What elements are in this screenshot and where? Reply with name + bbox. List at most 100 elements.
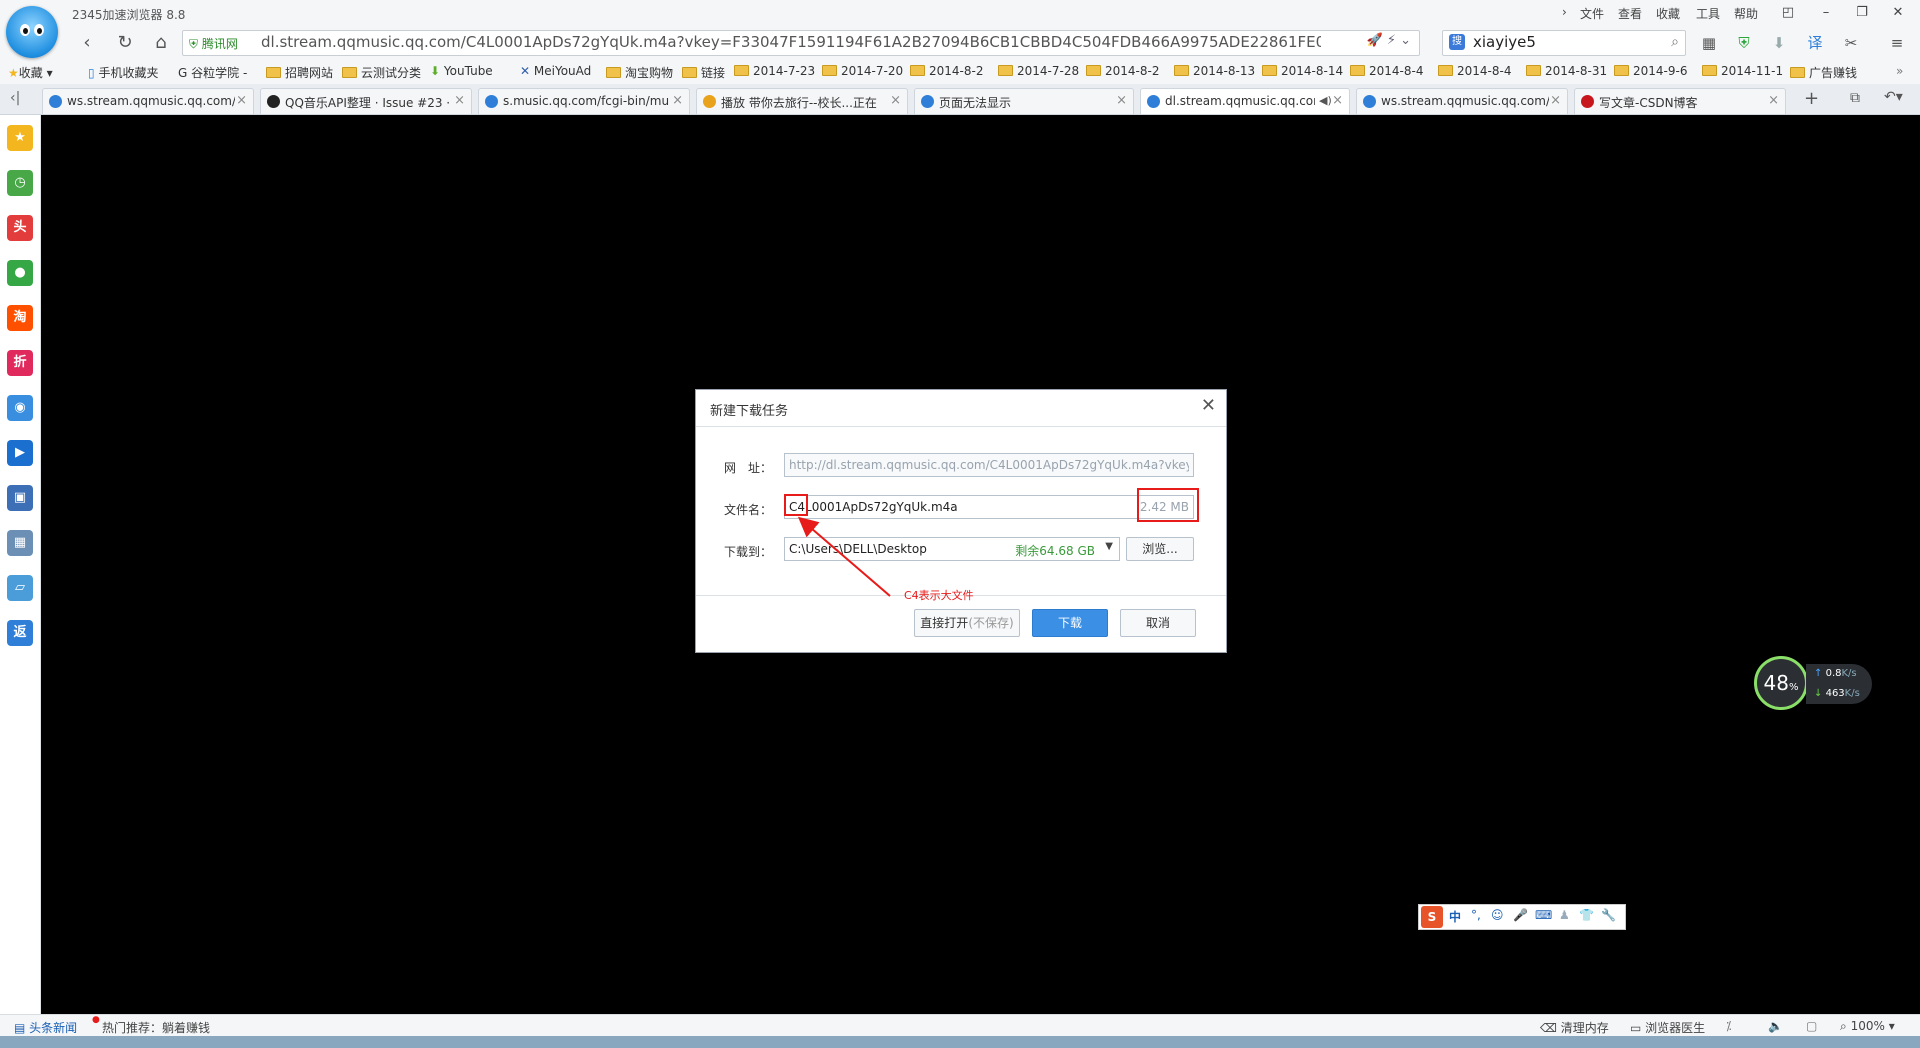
dialog-close-icon[interactable]: ✕ <box>1201 395 1216 416</box>
menu-arrow-icon[interactable]: › <box>1562 5 1567 19</box>
tab-close-icon[interactable]: × <box>672 93 683 108</box>
tab-scroll-left-icon[interactable]: ‹| <box>10 90 20 106</box>
tab-close-icon[interactable]: × <box>1768 93 1779 108</box>
tab-close-icon[interactable]: × <box>1550 93 1561 108</box>
download-button[interactable]: 下载 <box>1032 609 1108 637</box>
zoom-level[interactable]: ⌕ 100% ▾ <box>1840 1019 1895 1034</box>
history-icon[interactable]: ◷ <box>7 170 33 196</box>
dropdown-chevron-icon[interactable]: ⌄ <box>1400 33 1411 48</box>
news-link[interactable]: ▤ 头条新闻 <box>14 1019 77 1036</box>
bookmark-folder[interactable]: 招聘网站 <box>266 64 333 81</box>
browse-button[interactable]: 浏览... <box>1126 537 1194 561</box>
tab-close-icon[interactable]: × <box>454 93 465 108</box>
menu-file[interactable]: 文件 <box>1580 5 1604 22</box>
game-icon[interactable]: ◉ <box>7 395 33 421</box>
tab[interactable]: 写文章-CSDN博客 × <box>1574 88 1786 114</box>
ime-skin-icon[interactable]: 👕 <box>1579 908 1594 922</box>
ime-emoji-icon[interactable]: ☺ <box>1491 908 1504 922</box>
new-tab-button[interactable]: + <box>1804 88 1819 109</box>
tab[interactable]: s.music.qq.com/fcgi-bin/mu × <box>478 88 690 114</box>
tab-active[interactable]: dl.stream.qqmusic.qq.cor ◀) × <box>1140 88 1350 114</box>
favorites-icon[interactable]: ★ <box>7 125 33 151</box>
chat-icon[interactable]: ● <box>7 260 33 286</box>
tab-close-icon[interactable]: × <box>890 93 901 108</box>
clean-memory-button[interactable]: ⌫ 清理内存 <box>1540 1019 1609 1036</box>
bookmark-folder[interactable]: 淘宝购物 <box>606 64 673 81</box>
bookmark-folder[interactable]: 2014-8-31 <box>1526 64 1607 78</box>
bookmark-folder[interactable]: 2014-8-4 <box>1438 64 1511 78</box>
screenshot-icon[interactable]: ✂ <box>1840 33 1862 53</box>
address-bar[interactable]: ⛨ 腾讯网 dl.stream.qqmusic.qq.com/C4L0001Ap… <box>182 30 1420 56</box>
cancel-button[interactable]: 取消 <box>1120 609 1196 637</box>
chevron-down-icon[interactable]: ▼ <box>1105 541 1113 552</box>
translate-icon[interactable]: 译 <box>1804 33 1826 53</box>
bookmark-guli[interactable]: G 谷粒学院 - <box>178 64 247 81</box>
rocket-icon[interactable]: 🚀 <box>1366 33 1382 48</box>
url-field[interactable]: http://dl.stream.qqmusic.qq.com/C4L0001A… <box>784 453 1194 477</box>
bookmark-folder[interactable]: 2014-9-6 <box>1614 64 1687 78</box>
ime-user-icon[interactable]: ♟ <box>1559 908 1570 922</box>
open-directly-button[interactable]: 直接打开(不保存) <box>914 609 1020 637</box>
bookmark-youtube[interactable]: ⬇ YouTube <box>430 64 493 78</box>
bookmark-folder[interactable]: 2014-7-28 <box>998 64 1079 78</box>
hot-recommend[interactable]: 热门推荐：躺着赚钱 <box>102 1019 210 1036</box>
menu-help[interactable]: 帮助 <box>1734 5 1758 22</box>
search-engine-icon[interactable]: 搜 <box>1449 34 1465 50</box>
reload-button[interactable]: ↻ <box>112 31 138 55</box>
home-button[interactable]: ⌂ <box>148 31 174 55</box>
undo-close-icon[interactable]: ↶▾ <box>1884 89 1903 105</box>
search-input[interactable]: xiayiye5 <box>1473 33 1536 51</box>
ime-mic-icon[interactable]: 🎤 <box>1513 908 1528 922</box>
notes-icon[interactable]: ▱ <box>7 575 33 601</box>
menu-icon[interactable]: ≡ <box>1886 33 1908 53</box>
search-icon[interactable]: ⌕ <box>1671 34 1679 50</box>
sogou-logo-icon[interactable]: S <box>1421 906 1443 928</box>
search-box[interactable]: 搜 xiayiye5 ⌕ <box>1442 30 1686 56</box>
tab-close-icon[interactable]: × <box>236 93 247 108</box>
fullscreen-icon[interactable]: ▢ <box>1806 1019 1817 1033</box>
download-icon[interactable]: ⬇ <box>1768 33 1790 53</box>
url-text[interactable]: dl.stream.qqmusic.qq.com/C4L0001ApDs72gY… <box>261 33 1321 51</box>
tab-close-icon[interactable]: × <box>1332 93 1343 108</box>
tab[interactable]: QQ音乐API整理 · Issue #23 · × <box>260 88 472 114</box>
bookmark-folder[interactable]: 2014-11-1 <box>1702 64 1783 78</box>
lightning-icon[interactable]: ⚡ <box>1387 33 1396 48</box>
computer-icon[interactable]: ▣ <box>7 485 33 511</box>
tab[interactable]: ws.stream.qqmusic.qq.com/× <box>1356 88 1568 114</box>
bookmark-meiyouad[interactable]: ✕ MeiYouAd <box>520 64 591 78</box>
bookmark-folder[interactable]: 广告赚钱 <box>1790 64 1857 81</box>
menu-tools[interactable]: 工具 <box>1696 5 1720 22</box>
browser-doctor-button[interactable]: ▭ 浏览器医生 <box>1630 1019 1705 1036</box>
calculator-icon[interactable]: ▦ <box>7 530 33 556</box>
news-icon[interactable]: 头 <box>7 215 33 241</box>
bookmark-folder[interactable]: 2014-8-4 <box>1350 64 1423 78</box>
tab[interactable]: ws.stream.qqmusic.qq.com/× <box>42 88 254 114</box>
bookmark-mobile[interactable]: ▯ 手机收藏夹 <box>88 64 158 81</box>
security-shield-icon[interactable]: ⛨ <box>1733 33 1755 53</box>
menu-favorites[interactable]: 收藏 <box>1656 5 1680 22</box>
tab[interactable]: 播放 带你去旅行--校长...正在 × <box>696 88 908 114</box>
minimize-button[interactable]: – <box>1812 3 1840 23</box>
close-window-button[interactable]: ✕ <box>1884 3 1912 23</box>
bookmark-folder[interactable]: 2014-8-2 <box>910 64 983 78</box>
ime-chinese-mode[interactable]: 中 <box>1449 908 1461 925</box>
video-icon[interactable]: ▶ <box>7 440 33 466</box>
skin-icon[interactable]: ◰ <box>1774 3 1802 23</box>
bookmark-favorites[interactable]: ★收藏 ▾ <box>8 64 53 81</box>
ime-toolbar[interactable]: S 中 °, ☺ 🎤 ⌨ ♟ 👕 🔧 <box>1418 904 1626 930</box>
bookmarks-overflow-icon[interactable]: » <box>1896 64 1903 78</box>
bookmark-folder[interactable]: 2014-8-13 <box>1174 64 1255 78</box>
desktop-icon[interactable]: 返 <box>7 620 33 646</box>
tab[interactable]: 页面无法显示 × <box>914 88 1134 114</box>
bookmark-folder[interactable]: 2014-7-20 <box>822 64 903 78</box>
browser-logo-icon[interactable] <box>6 6 58 58</box>
bookmark-folder[interactable]: 2014-7-23 <box>734 64 815 78</box>
ime-punct-icon[interactable]: °, <box>1471 908 1481 922</box>
apps-grid-icon[interactable]: ▦ <box>1698 33 1720 53</box>
tab-close-icon[interactable]: × <box>1116 93 1127 108</box>
url-tools[interactable]: 🚀 ⚡ ⌄ <box>1366 33 1411 48</box>
ime-settings-icon[interactable]: 🔧 <box>1601 908 1616 922</box>
ie-mode-icon[interactable]: ⁒ <box>1726 1019 1731 1033</box>
ime-keyboard-icon[interactable]: ⌨ <box>1535 908 1552 922</box>
taobao-icon[interactable]: 淘 <box>7 305 33 331</box>
